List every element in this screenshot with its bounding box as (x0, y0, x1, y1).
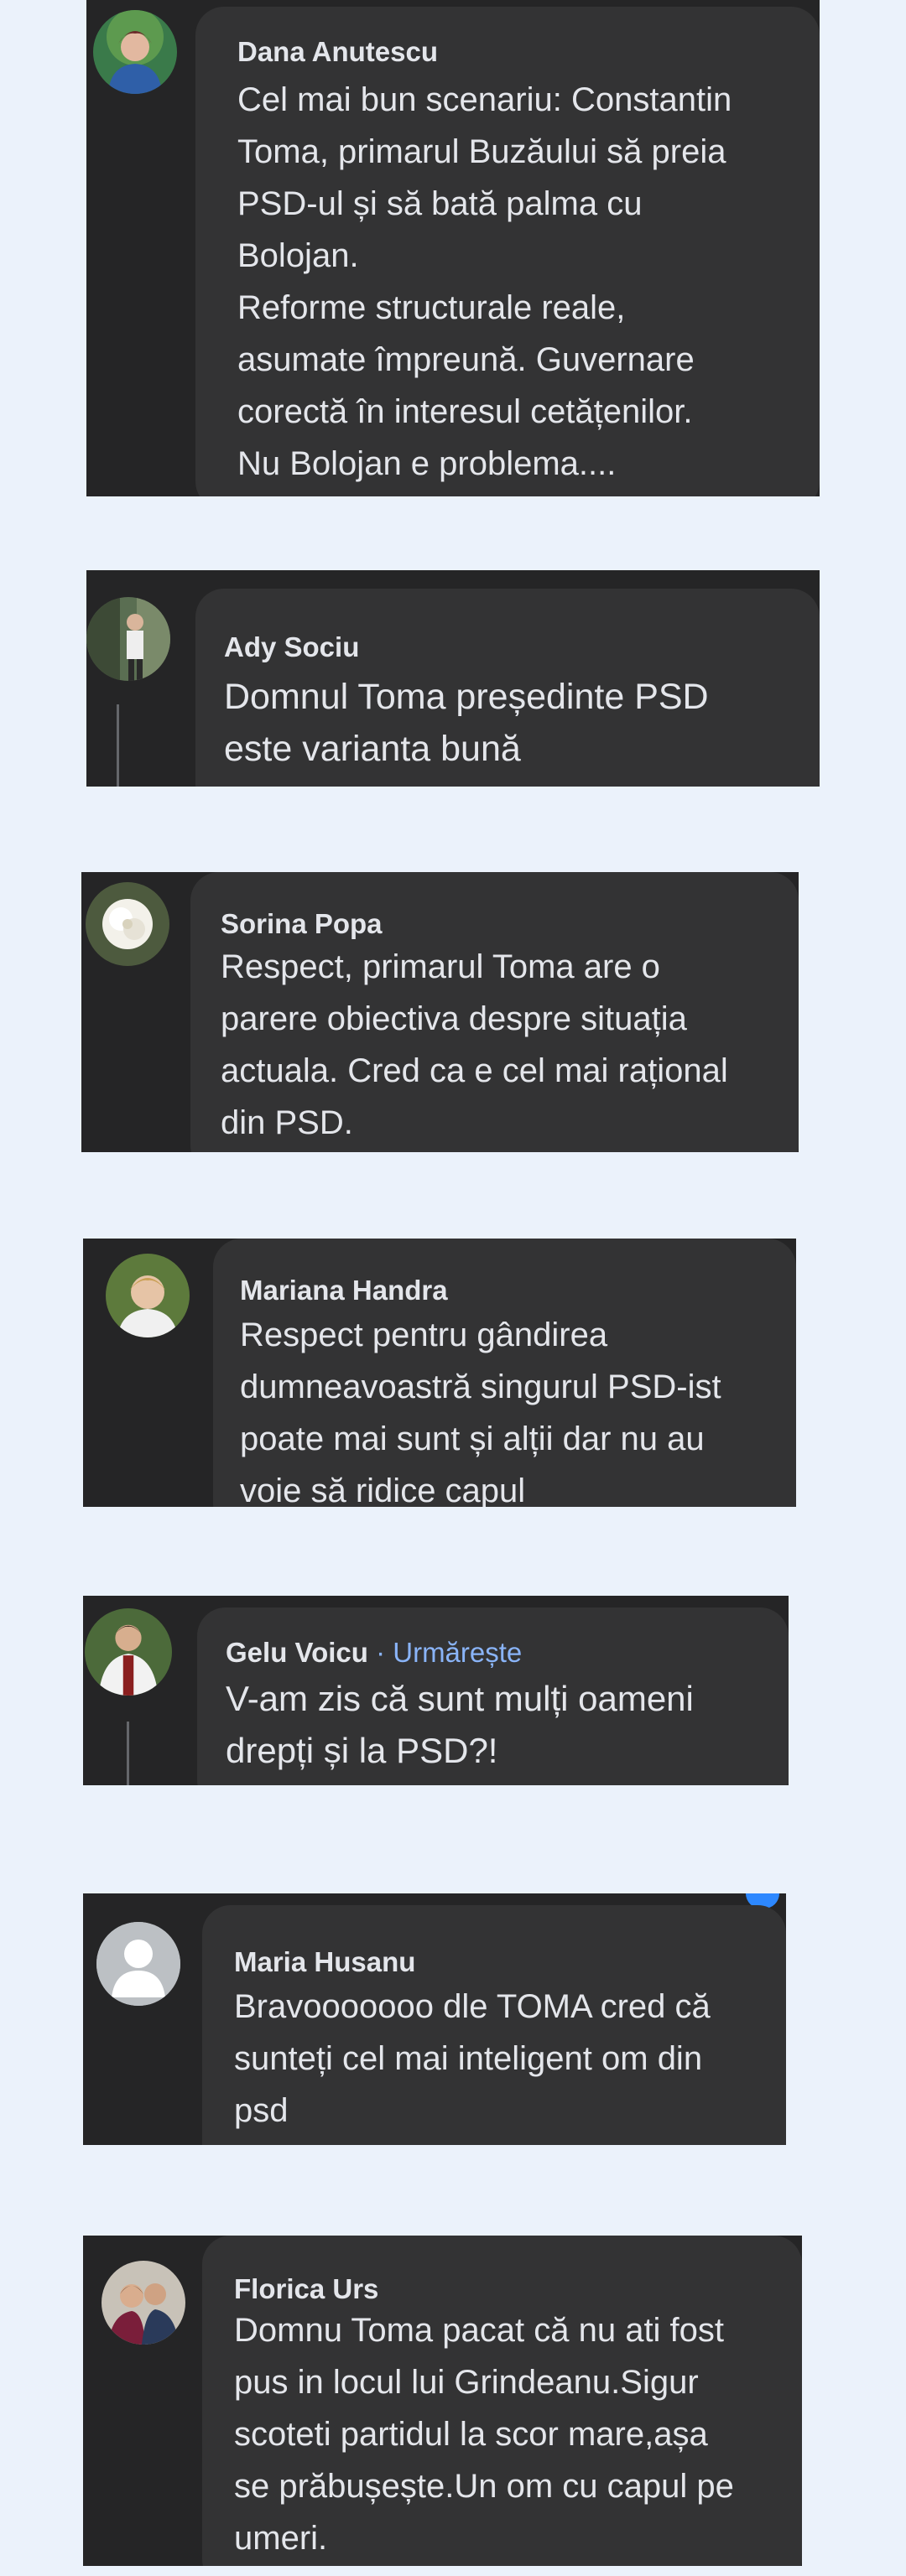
comment-card-sorina-popa: Sorina Popa Respect, primarul Toma are o… (81, 872, 799, 1152)
comment-author-name[interactable]: Dana Anutescu (237, 35, 438, 69)
comment-text: Respect pentru gândirea dumneavoastră si… (240, 1317, 721, 1507)
comment-text: Respect, primarul Toma are o parere obie… (221, 948, 728, 1141)
avatar-sorina-popa[interactable] (86, 882, 169, 966)
comment-card-dana-anutescu: Dana Anutescu Cel mai bun scenariu: Cons… (86, 0, 820, 496)
avatar-ady-sociu[interactable] (86, 597, 170, 681)
comment-card-gelu-voicu: Gelu Voicu · Urmărește V-am zis că sunt … (83, 1596, 789, 1785)
comment-text: Bravooooooo dle TOMA cred că sunteți cel… (234, 1988, 711, 2129)
avatar-gelu-voicu[interactable] (85, 1608, 172, 1696)
author-name[interactable]: Gelu Voicu (226, 1637, 368, 1668)
comment-text: V-am zis că sunt mulți oameni drepți și … (226, 1679, 694, 1770)
comment-text: Domnul Toma președinte PSD este varianta… (224, 677, 709, 769)
comment-author-name[interactable]: Ady Sociu (224, 631, 359, 664)
follow-separator: · (367, 1637, 393, 1668)
comment-author-name[interactable]: Florica Urs (234, 2272, 378, 2306)
comment-text: Cel mai bun scenariu: Constantin Toma, p… (237, 81, 732, 482)
comment-text: Domnu Toma pacat că nu ati fost pus in l… (234, 2312, 734, 2557)
comment-card-maria-husanu: Maria Husanu Bravooooooo dle TOMA cred c… (83, 1893, 786, 2145)
avatar-mariana-handra[interactable] (106, 1254, 190, 1337)
comment-card-mariana-handra: Mariana Handra Respect pentru gândirea d… (83, 1239, 796, 1507)
avatar-florica-urs[interactable] (102, 2261, 185, 2345)
thread-line (127, 1722, 129, 1785)
default-avatar-icon[interactable] (96, 1922, 180, 2006)
comment-bubble: Florica Urs Domnu Toma pacat că nu ati f… (202, 2236, 802, 2566)
comment-author-name[interactable]: Mariana Handra (240, 1274, 448, 1307)
comment-bubble: Sorina Popa Respect, primarul Toma are o… (190, 872, 799, 1152)
avatar-dana-anutescu[interactable] (93, 10, 177, 94)
comment-author-name: Gelu Voicu · Urmărește (226, 1636, 522, 1670)
comment-card-florica-urs: Florica Urs Domnu Toma pacat că nu ati f… (83, 2236, 802, 2566)
comment-bubble: Mariana Handra Respect pentru gândirea d… (213, 1239, 796, 1507)
comment-bubble: Ady Sociu Domnul Toma președinte PSD est… (195, 589, 820, 787)
comment-bubble: Maria Husanu Bravooooooo dle TOMA cred c… (202, 1905, 786, 2145)
comment-author-name[interactable]: Sorina Popa (221, 907, 383, 941)
comment-bubble: Gelu Voicu · Urmărește V-am zis că sunt … (197, 1607, 789, 1785)
thread-line (117, 704, 119, 787)
comment-author-name[interactable]: Maria Husanu (234, 1945, 415, 1979)
follow-link[interactable]: Urmărește (393, 1637, 522, 1668)
comment-bubble: Dana Anutescu Cel mai bun scenariu: Cons… (195, 7, 820, 496)
comment-card-ady-sociu: Ady Sociu Domnul Toma președinte PSD est… (86, 570, 820, 787)
